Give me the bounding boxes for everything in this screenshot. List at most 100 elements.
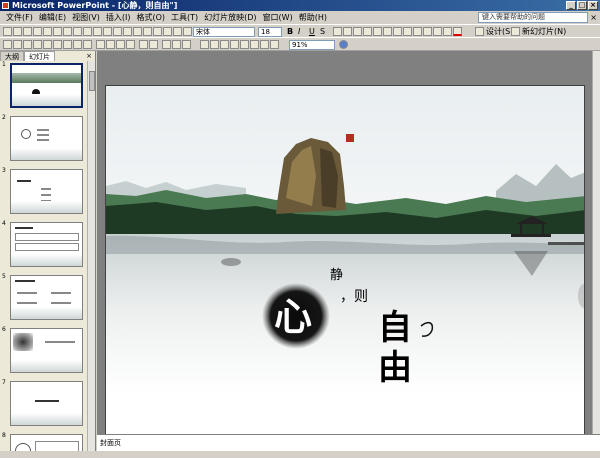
panel-scrollbar[interactable] (87, 61, 95, 451)
slide-thumbnail-1[interactable] (10, 63, 83, 108)
undo-icon-2[interactable] (139, 40, 148, 49)
numbering-icon[interactable] (363, 27, 372, 36)
line-icon[interactable] (423, 27, 432, 36)
preview-icon-2[interactable] (63, 40, 72, 49)
redo-icon[interactable] (143, 27, 152, 36)
undo-icon[interactable] (133, 27, 142, 36)
open-icon-2[interactable] (13, 40, 22, 49)
spelling-icon-2[interactable] (73, 40, 82, 49)
paste-icon-2[interactable] (116, 40, 125, 49)
color-grayscale-icon[interactable] (270, 40, 279, 49)
textbox-icon[interactable] (220, 40, 229, 49)
picture-icon[interactable] (250, 40, 259, 49)
menu-edit[interactable]: 编辑(E) (36, 11, 69, 24)
slide-thumbnail-2[interactable] (10, 116, 83, 161)
decrease-font-icon[interactable] (393, 27, 402, 36)
design-icon[interactable] (475, 27, 484, 36)
decrease-indent-icon[interactable] (403, 27, 412, 36)
new-icon[interactable] (3, 27, 12, 36)
insert-table-icon[interactable] (182, 40, 191, 49)
save-icon[interactable] (23, 27, 32, 36)
format-painter-icon[interactable] (123, 27, 132, 36)
table-icon[interactable] (163, 27, 172, 36)
fill-icon[interactable] (433, 27, 442, 36)
permission-icon[interactable] (33, 27, 42, 36)
slide-text-ze[interactable]: ，则 (340, 286, 368, 306)
wordart-icon[interactable] (230, 40, 239, 49)
insert-chart-icon[interactable] (200, 40, 209, 49)
grid-icon[interactable] (260, 40, 269, 49)
bullet-style-icon[interactable] (443, 27, 452, 36)
close-document-button[interactable]: × (590, 13, 597, 22)
painter-icon-2[interactable] (126, 40, 135, 49)
copy-icon[interactable] (103, 27, 112, 36)
research-icon[interactable] (83, 27, 92, 36)
chart-icon[interactable] (153, 27, 162, 36)
slide-thumbnail-6[interactable] (10, 328, 83, 373)
menu-window[interactable]: 窗口(W) (260, 11, 296, 24)
new-slide-icon[interactable] (511, 27, 520, 36)
paste-icon[interactable] (113, 27, 122, 36)
align-left-icon[interactable] (333, 27, 342, 36)
print-preview-icon[interactable] (63, 27, 72, 36)
print-icon-2[interactable] (53, 40, 62, 49)
panel-scroll-thumb[interactable] (89, 71, 95, 91)
increase-font-icon[interactable] (383, 27, 392, 36)
permission-icon-2[interactable] (33, 40, 42, 49)
print-icon[interactable] (53, 27, 62, 36)
cut-icon-2[interactable] (96, 40, 105, 49)
font-color-icon[interactable] (453, 27, 462, 36)
insert-diagram-icon[interactable] (210, 40, 219, 49)
email-icon[interactable] (43, 27, 52, 36)
slide-thumbnail-8[interactable] (10, 434, 83, 451)
show-formatting-icon[interactable] (183, 27, 192, 36)
title-bar: Microsoft PowerPoint - [心静，则自由"] _ □ × (0, 0, 600, 11)
powerpoint-app-icon[interactable] (2, 2, 9, 9)
menu-tools[interactable]: 工具(T) (168, 11, 201, 24)
redo-icon-2[interactable] (149, 40, 158, 49)
font-name-select[interactable]: 宋体 (193, 27, 255, 37)
slide-thumbnail-7[interactable] (10, 381, 83, 426)
close-button[interactable]: × (588, 1, 598, 10)
clipart-icon[interactable] (240, 40, 249, 49)
current-slide[interactable]: 静 ，则 心 自 由 (105, 85, 585, 442)
slide-text-xin[interactable]: 心 (274, 286, 312, 341)
slide-text-you[interactable]: 由 (378, 340, 412, 389)
menu-help[interactable]: 帮助(H) (296, 11, 330, 24)
research-icon-2[interactable] (83, 40, 92, 49)
tab-outline[interactable]: 大纲 (0, 51, 24, 61)
copy-icon-2[interactable] (106, 40, 115, 49)
notes-pane[interactable]: 封面页 (97, 434, 600, 451)
email-icon-2[interactable] (43, 40, 52, 49)
slide-text-jing[interactable]: 静 (330, 264, 343, 283)
menu-slideshow[interactable]: 幻灯片放映(D) (201, 11, 259, 24)
bullets-icon[interactable] (373, 27, 382, 36)
align-right-icon[interactable] (353, 27, 362, 36)
zoom-select[interactable]: 91% (289, 40, 335, 50)
menu-insert[interactable]: 插入(I) (103, 11, 134, 24)
increase-indent-icon[interactable] (413, 27, 422, 36)
cut-icon[interactable] (93, 27, 102, 36)
maximize-button[interactable]: □ (577, 1, 587, 10)
tab-slides[interactable]: 幻灯片 (24, 51, 55, 61)
menu-format[interactable]: 格式(O) (133, 11, 168, 24)
spelling-icon[interactable] (73, 27, 82, 36)
hyperlink-icon[interactable] (162, 40, 171, 49)
tables-borders-icon[interactable] (172, 40, 181, 49)
new-icon-2[interactable] (3, 40, 12, 49)
help-search-input[interactable]: 键入需要帮助的问题 (478, 12, 588, 23)
menu-file[interactable]: 文件(F) (3, 11, 36, 24)
slide-thumbnail-3[interactable] (10, 169, 83, 214)
align-center-icon[interactable] (343, 27, 352, 36)
slide-thumbnail-5[interactable] (10, 275, 83, 320)
slide-thumbnail-4[interactable] (10, 222, 83, 267)
save-icon-2[interactable] (23, 40, 32, 49)
open-icon[interactable] (13, 27, 22, 36)
help-icon[interactable] (339, 40, 348, 49)
minimize-button[interactable]: _ (566, 1, 576, 10)
expand-icon[interactable] (173, 27, 182, 36)
panel-close-icon[interactable]: × (86, 51, 92, 61)
font-size-select[interactable]: 18 (258, 27, 282, 37)
menu-view[interactable]: 视图(V) (69, 11, 103, 24)
main-scrollbar[interactable] (592, 51, 600, 434)
